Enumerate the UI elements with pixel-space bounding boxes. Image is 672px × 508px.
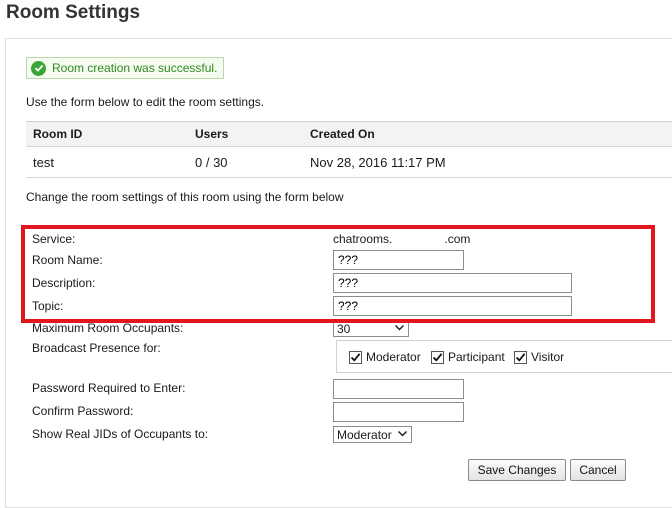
- header-created-on: Created On: [310, 127, 375, 141]
- participant-checkbox[interactable]: [431, 350, 444, 364]
- max-occupants-value: 30: [337, 321, 351, 336]
- real-jids-select[interactable]: Moderator: [333, 426, 412, 443]
- service-value-suffix: .com: [444, 232, 471, 246]
- visitor-option-label: Visitor: [531, 350, 565, 364]
- moderator-checkbox[interactable]: [349, 350, 362, 364]
- broadcast-option-visitor[interactable]: Visitor: [514, 350, 564, 364]
- description-label: Description:: [32, 276, 96, 290]
- visitor-checkbox[interactable]: [514, 350, 527, 364]
- change-settings-text: Change the room settings of this room us…: [26, 190, 344, 204]
- cancel-button[interactable]: Cancel: [570, 459, 626, 481]
- real-jids-label: Show Real JIDs of Occupants to:: [32, 427, 209, 441]
- real-jids-value: Moderator: [337, 427, 392, 442]
- topic-label: Topic:: [32, 299, 64, 313]
- success-alert: Room creation was successful.: [26, 57, 225, 79]
- max-occupants-select[interactable]: 30: [333, 320, 409, 337]
- confirm-password-input[interactable]: [333, 402, 464, 422]
- room-name-label: Room Name:: [32, 253, 103, 267]
- participant-option-label: Participant: [448, 350, 505, 364]
- chevron-down-icon: [397, 428, 408, 442]
- confirm-password-label: Confirm Password:: [32, 404, 134, 418]
- success-check-icon: [31, 60, 46, 76]
- chevron-down-icon: [394, 322, 405, 336]
- room-info-table: Room ID Users Created On test 0 / 30 Nov…: [26, 121, 672, 178]
- intro-text: Use the form below to edit the room sett…: [26, 95, 265, 109]
- broadcast-option-participant[interactable]: Participant: [431, 350, 505, 364]
- success-message: Room creation was successful.: [52, 61, 218, 75]
- cell-room-id: test: [33, 154, 54, 170]
- moderator-option-label: Moderator: [366, 350, 421, 364]
- service-value: chatrooms. .com: [333, 232, 470, 246]
- service-value-prefix: chatrooms.: [333, 232, 393, 246]
- service-label: Service:: [32, 232, 76, 246]
- header-room-id: Room ID: [33, 127, 83, 141]
- password-input[interactable]: [333, 379, 464, 399]
- table-row: test 0 / 30 Nov 28, 2016 11:17 PM: [26, 147, 672, 178]
- max-occupants-label: Maximum Room Occupants:: [32, 321, 184, 335]
- save-changes-button[interactable]: Save Changes: [468, 459, 566, 481]
- password-label: Password Required to Enter:: [32, 381, 186, 395]
- cell-created-on: Nov 28, 2016 11:17 PM: [310, 154, 446, 170]
- cell-users: 0 / 30: [195, 154, 228, 170]
- room-name-input[interactable]: [333, 250, 464, 270]
- broadcast-presence-group: Moderator Participant Visitor: [336, 340, 672, 373]
- header-users: Users: [195, 127, 229, 141]
- broadcast-option-moderator[interactable]: Moderator: [349, 350, 421, 364]
- broadcast-presence-label: Broadcast Presence for:: [32, 341, 161, 355]
- description-input[interactable]: [333, 273, 572, 293]
- topic-input[interactable]: [333, 296, 572, 316]
- table-header-row: Room ID Users Created On: [26, 121, 672, 147]
- page-title: Room Settings: [6, 2, 141, 23]
